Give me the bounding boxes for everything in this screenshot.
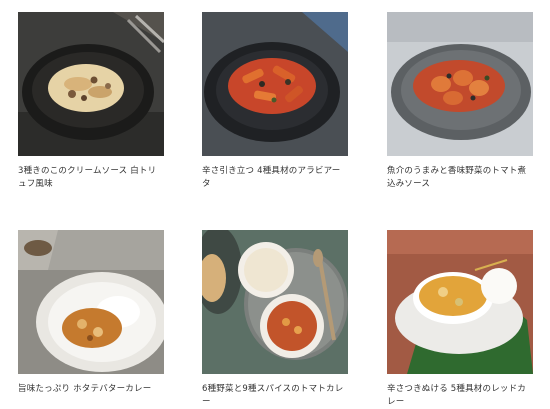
product-caption[interactable]: 3種きのこのクリームソース 白トリュフ風味 [18, 165, 158, 191]
product-image-6[interactable] [387, 230, 533, 374]
product-caption[interactable]: 旨味たっぷり ホタテバターカレー [18, 383, 164, 396]
product-grid: 3種きのこのクリームソース 白トリュフ風味 辛さ引き立つ 4種具材のアラビアータ [0, 0, 550, 408]
product-card-5[interactable]: 6種野菜と9種スパイスのトマトカレー [202, 230, 348, 409]
product-image-1[interactable] [18, 12, 164, 156]
product-card-1[interactable]: 3種きのこのクリームソース 白トリュフ風味 [18, 12, 164, 191]
product-card-6[interactable]: 辛さつきぬける 5種具材のレッドカレー [387, 230, 533, 409]
product-caption[interactable]: 辛さ引き立つ 4種具材のアラビアータ [202, 165, 342, 191]
product-image-2[interactable] [202, 12, 348, 156]
product-card-2[interactable]: 辛さ引き立つ 4種具材のアラビアータ [202, 12, 348, 191]
product-image-3[interactable] [387, 12, 533, 156]
product-card-4[interactable]: 旨味たっぷり ホタテバターカレー [18, 230, 164, 396]
product-image-5[interactable] [202, 230, 348, 374]
product-image-4[interactable] [18, 230, 164, 374]
product-card-3[interactable]: 魚介のうまみと香味野菜のトマト煮込みソース [387, 12, 533, 191]
product-caption[interactable]: 6種野菜と9種スパイスのトマトカレー [202, 383, 348, 409]
product-caption[interactable]: 魚介のうまみと香味野菜のトマト煮込みソース [387, 165, 527, 191]
product-caption[interactable]: 辛さつきぬける 5種具材のレッドカレー [387, 383, 533, 409]
